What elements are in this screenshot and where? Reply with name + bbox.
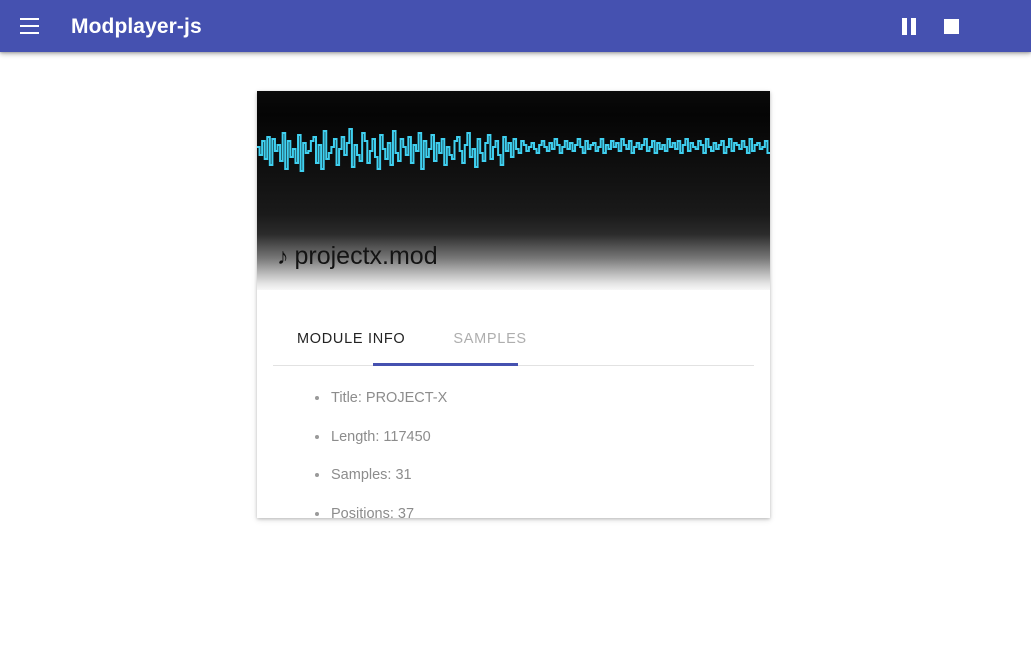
list-item: Positions: 37 [315,506,770,518]
tab-samples[interactable]: SAMPLES [429,321,550,347]
stop-icon [943,18,959,34]
pause-icon [902,17,916,35]
app-title: Modplayer-js [71,14,202,38]
menu-bar-1 [19,18,39,20]
tab-module-info[interactable]: MODULE INFO [273,321,429,347]
waveform-svg [257,128,770,172]
pause-bar-right [911,17,916,35]
appbar-actions [893,10,967,42]
list-item: Title: PROJECT-X [315,391,770,406]
file-title-row: ♪ projectx.mod [257,242,770,271]
list-item: Length: 117450 [315,429,770,445]
stop-button[interactable] [935,10,967,42]
menu-bar-2 [19,25,39,27]
module-info-list: Title: PROJECT-X Length: 117450 Samples:… [257,367,770,518]
hamburger-menu-icon[interactable] [12,9,46,43]
pause-button[interactable] [893,10,925,42]
music-note-icon: ♪ [277,243,289,269]
menu-bar-3 [19,32,39,34]
waveform-canvas[interactable] [257,91,770,199]
pause-bar-left [902,17,907,35]
file-title: projectx.mod [294,242,438,270]
visualizer-hero: ♪ projectx.mod [257,91,770,290]
module-card: ♪ projectx.mod MODULE INFO SAMPLES Title… [257,91,770,518]
tab-active-indicator [373,363,518,366]
list-item: Samples: 31 [315,468,770,483]
tab-list: MODULE INFO SAMPLES [273,321,754,367]
app-bar: Modplayer-js [0,0,1031,52]
tab-bar: MODULE INFO SAMPLES [257,321,770,367]
